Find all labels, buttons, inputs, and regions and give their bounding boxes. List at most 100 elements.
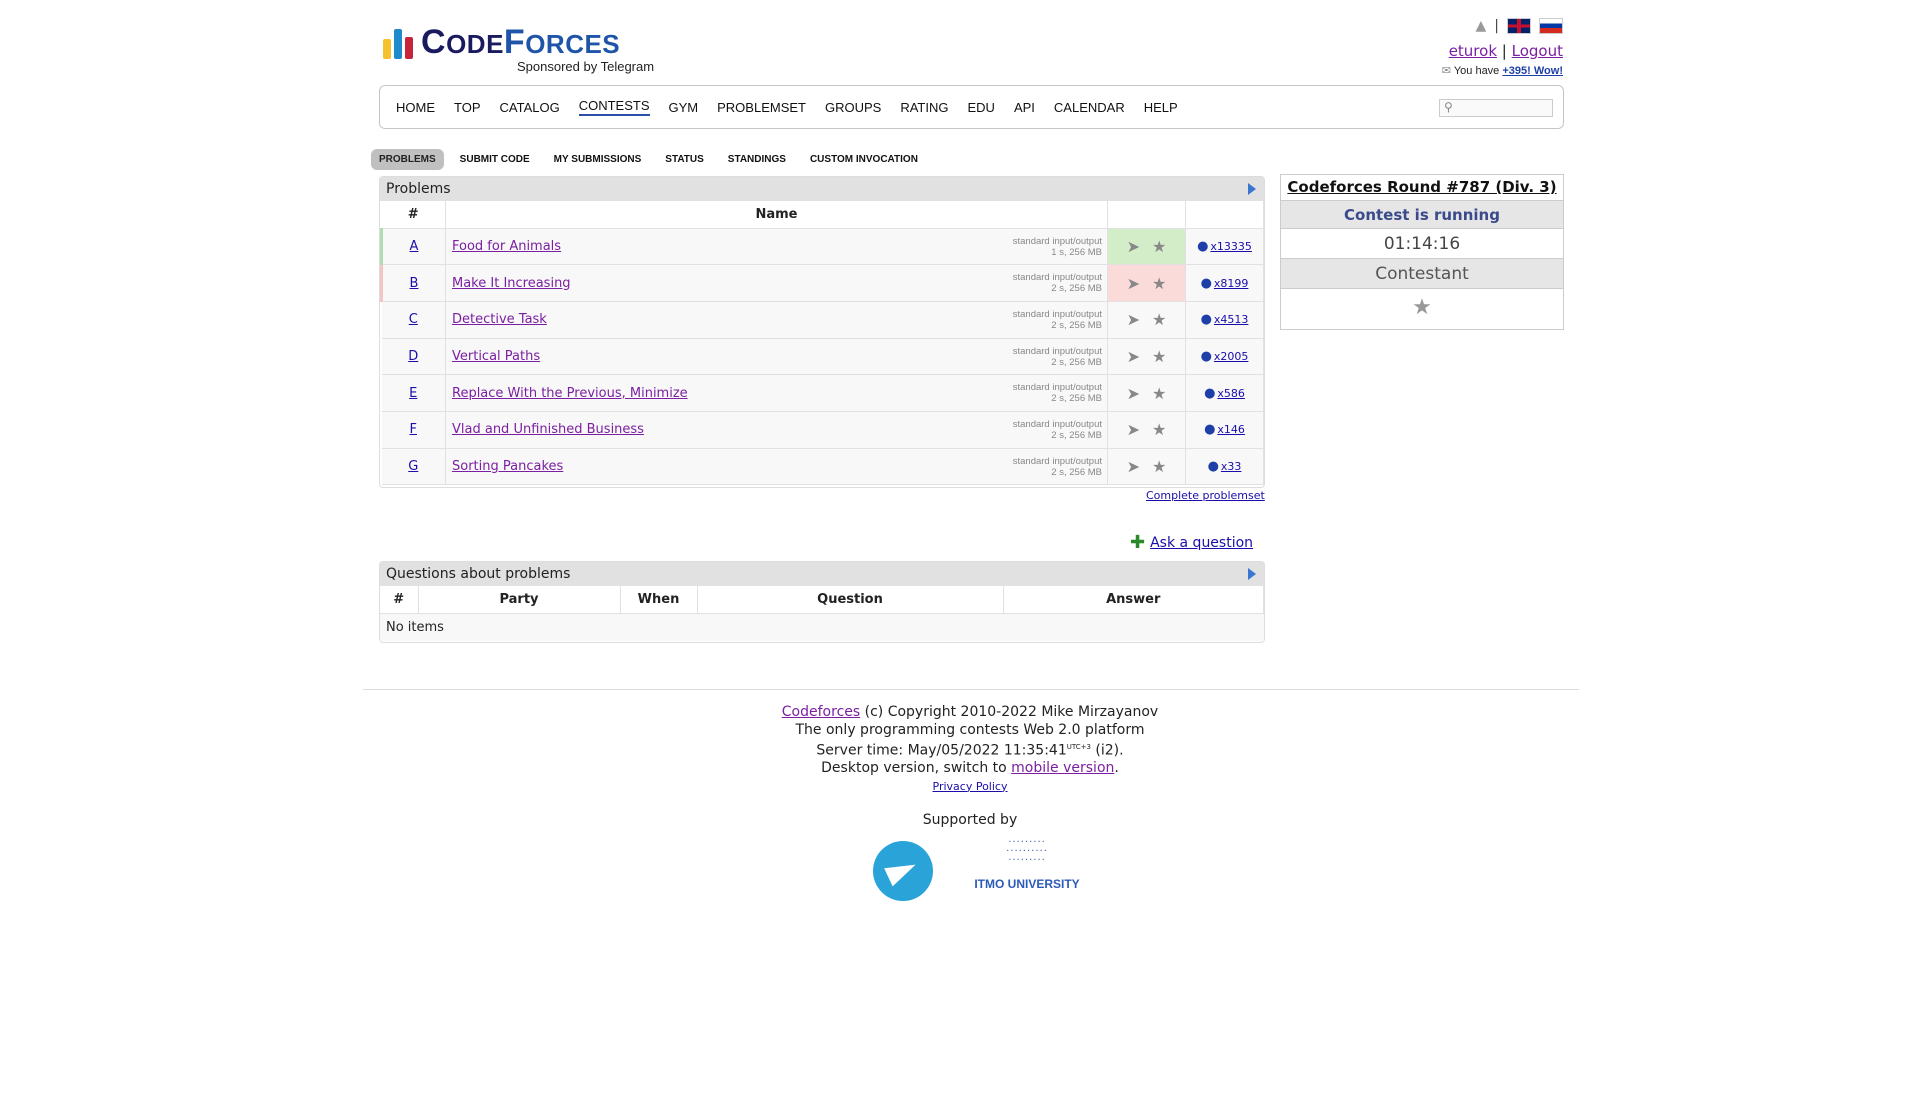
send-icon[interactable]: ➤ xyxy=(1127,384,1140,403)
problem-name-cell: Detective Task standard input/output 2 s, … xyxy=(445,301,1108,339)
contest-tabs: PROBLEMS SUBMIT CODE MY SUBMISSIONS STAT… xyxy=(371,149,926,170)
solved-count-link[interactable]: x8199 xyxy=(1214,277,1249,290)
footer-copyright-text: (c) Copyright 2010-2022 Mike Mirzayanov xyxy=(864,704,1159,720)
ask-question-icon[interactable]: ✚ xyxy=(1130,532,1145,553)
footer-codeforces-link[interactable]: Codeforces xyxy=(782,704,860,720)
solved-count-link[interactable]: x146 xyxy=(1217,423,1245,436)
ru-flag-icon[interactable] xyxy=(1539,18,1563,34)
arrow-right-icon[interactable] xyxy=(1248,568,1256,580)
send-icon[interactable]: ➤ xyxy=(1127,237,1140,256)
nav-item-api[interactable]: API xyxy=(1014,100,1035,115)
search-icon: ⚲ xyxy=(1444,100,1453,114)
user-icon: ● xyxy=(1200,312,1212,328)
problem-letter-cell: F xyxy=(381,411,446,449)
problem-letter-link[interactable]: A xyxy=(410,239,419,254)
problem-name-link[interactable]: Replace With the Previous, Minimize xyxy=(452,386,688,401)
star-icon[interactable]: ★ xyxy=(1152,274,1166,293)
user-icon: ● xyxy=(1204,422,1216,438)
problem-time-memory: 2 s, 256 MB xyxy=(1051,356,1102,368)
problem-letter-link[interactable]: G xyxy=(408,459,418,474)
complete-problemset-link[interactable]: Complete problemset xyxy=(1146,489,1265,502)
contest-role: Contestant xyxy=(1281,259,1563,289)
problem-name-cell: Sorting Pancakes standard input/output 2 s… xyxy=(445,448,1108,486)
search-input[interactable]: ⚲ xyxy=(1439,99,1553,117)
mobile-version-link[interactable]: mobile version xyxy=(1011,760,1114,776)
problem-letter-link[interactable]: E xyxy=(409,386,417,401)
problem-row: G Sorting Pancakes standard input/output 2 … xyxy=(381,448,1264,486)
send-icon[interactable]: ➤ xyxy=(1127,457,1140,476)
itmo-logo[interactable]: ········· ·········· ········· ITMO UNIVER… xyxy=(962,838,1092,902)
problems-table: # Name A Food for Animals standard input/o… xyxy=(380,201,1264,486)
star-icon[interactable]: ★ xyxy=(1152,420,1166,439)
star-icon[interactable]: ★ xyxy=(1152,310,1166,329)
tab-custom-invocation[interactable]: CUSTOM INVOCATION xyxy=(802,149,926,170)
nav-item-contests[interactable]: CONTESTS xyxy=(578,98,650,116)
send-icon[interactable]: ➤ xyxy=(1127,420,1140,439)
problem-letter-cell: C xyxy=(381,301,446,339)
problem-solved-cell: ● x8199 xyxy=(1185,264,1264,302)
tab-standings[interactable]: STANDINGS xyxy=(720,149,794,170)
bell-icon[interactable]: ▲ xyxy=(1476,18,1487,34)
messages-prefix: You have xyxy=(1453,65,1500,77)
problem-letter-link[interactable]: B xyxy=(410,276,419,291)
privacy-policy-link[interactable]: Privacy Policy xyxy=(933,780,1008,793)
problem-name-link[interactable]: Vlad and Unfinished Business xyxy=(452,422,644,437)
codeforces-logo[interactable]: CODEFORCES xyxy=(383,23,621,61)
problem-limits: standard input/output 2 s, 256 MB xyxy=(1013,456,1102,478)
contest-title-link[interactable]: Codeforces Round #787 (Div. 3) xyxy=(1281,175,1563,201)
problem-io: standard input/output xyxy=(1012,235,1102,247)
star-icon[interactable]: ★ xyxy=(1281,289,1563,327)
problem-name-link[interactable]: Make It Increasing xyxy=(452,276,571,291)
problem-letter-link[interactable]: D xyxy=(408,349,418,364)
nav-item-problemset[interactable]: PROBLEMSET xyxy=(717,100,806,115)
problem-row: A Food for Animals standard input/output 1 … xyxy=(380,228,1264,266)
nav-item-help[interactable]: HELP xyxy=(1144,100,1178,115)
problem-limits: standard input/output 2 s, 256 MB xyxy=(1013,346,1102,368)
nav-item-groups[interactable]: GROUPS xyxy=(825,100,881,115)
send-icon[interactable]: ➤ xyxy=(1127,347,1140,366)
tab-my-submissions[interactable]: MY SUBMISSIONS xyxy=(546,149,650,170)
solved-count-link[interactable]: x4513 xyxy=(1214,313,1249,326)
star-icon[interactable]: ★ xyxy=(1152,347,1166,366)
problem-name-link[interactable]: Detective Task xyxy=(452,312,547,327)
nav-item-catalog[interactable]: CATALOG xyxy=(500,100,560,115)
nav-item-gym[interactable]: GYM xyxy=(669,100,699,115)
nav-item-home[interactable]: HOME xyxy=(396,100,435,115)
messages-link[interactable]: +395! Wow! xyxy=(1502,65,1563,77)
nav-item-calendar[interactable]: CALENDAR xyxy=(1054,100,1125,115)
solved-count-link[interactable]: x586 xyxy=(1217,387,1245,400)
problem-name-link[interactable]: Vertical Paths xyxy=(452,349,540,364)
logo-text: CODEFORCES xyxy=(421,23,621,61)
nav-item-rating[interactable]: RATING xyxy=(900,100,948,115)
solved-count-link[interactable]: x33 xyxy=(1221,460,1242,473)
problem-limits: standard input/output 2 s, 256 MB xyxy=(1013,419,1102,441)
problem-name-link[interactable]: Food for Animals xyxy=(452,239,561,254)
send-icon[interactable]: ➤ xyxy=(1127,310,1140,329)
problem-solved-cell: ● x2005 xyxy=(1185,338,1264,376)
nav-item-edu[interactable]: EDU xyxy=(967,100,994,115)
problems-panel: Problems # Name A Food for Animals standar… xyxy=(379,176,1265,488)
tab-status[interactable]: STATUS xyxy=(657,149,712,170)
solved-count-link[interactable]: x2005 xyxy=(1214,350,1249,363)
star-icon[interactable]: ★ xyxy=(1152,457,1166,476)
problem-name-cell: Food for Animals standard input/output 1 s… xyxy=(445,228,1108,266)
star-icon[interactable]: ★ xyxy=(1152,237,1166,256)
problem-letter-link[interactable]: C xyxy=(409,312,418,327)
problem-letter-link[interactable]: F xyxy=(410,422,417,437)
send-icon[interactable]: ➤ xyxy=(1127,274,1140,293)
envelope-icon[interactable]: ✉ xyxy=(1442,65,1451,77)
uk-flag-icon[interactable] xyxy=(1507,18,1531,34)
solved-count-link[interactable]: x13335 xyxy=(1210,240,1252,253)
nav-item-top[interactable]: TOP xyxy=(454,100,481,115)
telegram-logo[interactable] xyxy=(873,841,933,901)
problem-name-cell: Replace With the Previous, Minimize stand… xyxy=(445,374,1108,412)
problem-name-link[interactable]: Sorting Pancakes xyxy=(452,459,563,474)
main-nav: HOME TOP CATALOG CONTESTS GYM PROBLEMSET… xyxy=(379,85,1564,129)
ask-question-link[interactable]: Ask a question xyxy=(1150,535,1253,551)
star-icon[interactable]: ★ xyxy=(1152,384,1166,403)
tab-problems[interactable]: PROBLEMS xyxy=(371,149,444,170)
arrow-right-icon[interactable] xyxy=(1248,183,1256,195)
logout-link[interactable]: Logout xyxy=(1512,42,1563,60)
tab-submit-code[interactable]: SUBMIT CODE xyxy=(452,149,538,170)
username-link[interactable]: eturok xyxy=(1449,42,1497,60)
